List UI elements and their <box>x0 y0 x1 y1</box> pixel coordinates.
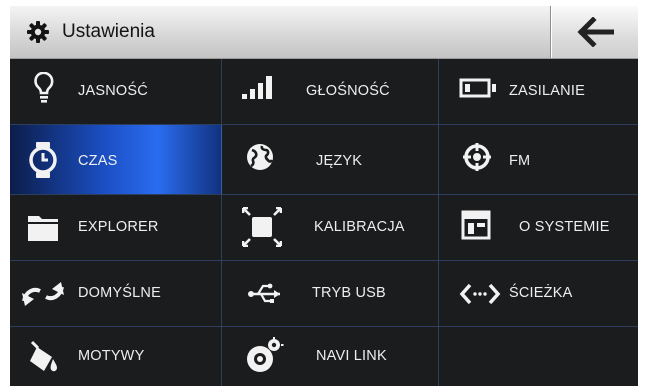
calibration-icon <box>242 207 282 247</box>
folder-icon <box>26 212 62 244</box>
tile-glosnosc-label: GŁOŚNOŚĆ <box>306 83 390 99</box>
usb-icon <box>246 279 282 311</box>
lightbulb-icon <box>26 72 62 104</box>
settings-grid: JASNOŚĆ GŁOŚNOŚĆ ZASILANIE CZAS JĘZYK FM… <box>10 59 638 386</box>
system-layout-icon <box>461 210 497 242</box>
tile-jezyk[interactable]: JĘZYK <box>222 125 439 195</box>
reset-arrows-icon <box>20 279 64 311</box>
tile-domyslne[interactable]: DOMYŚLNE <box>10 261 222 327</box>
tile-kalibracja-label: KALIBRACJA <box>314 219 405 235</box>
tile-kalibracja[interactable]: KALIBRACJA <box>222 195 439 261</box>
tile-motywy-label: MOTYWY <box>78 348 145 364</box>
tile-sciezka-label: ŚCIEŻKA <box>509 285 573 301</box>
tile-o-systemie-label: O SYSTEMIE <box>519 219 610 235</box>
tile-jasnosc-label: JASNOŚĆ <box>78 83 148 99</box>
paint-bucket-icon <box>26 339 62 372</box>
tile-glosnosc[interactable]: GŁOŚNOŚĆ <box>222 59 439 125</box>
tile-fm[interactable]: FM <box>439 125 638 195</box>
tile-czas[interactable]: CZAS <box>10 125 222 195</box>
page-title: Ustawienia <box>62 21 155 42</box>
path-arrows-icon <box>459 279 501 311</box>
battery-icon <box>459 72 496 104</box>
globe-icon <box>244 141 280 173</box>
tile-tryb-usb[interactable]: TRYB USB <box>222 261 439 327</box>
tile-explorer-label: EXPLORER <box>78 219 159 235</box>
tile-navi-link[interactable]: NAVI LINK <box>222 327 439 386</box>
settings-screen: Ustawienia JASNOŚĆ GŁOŚNOŚĆ ZASILANIE CZ… <box>10 6 638 386</box>
tile-sciezka[interactable]: ŚCIEŻKA <box>439 261 638 327</box>
tile-jasnosc[interactable]: JASNOŚĆ <box>10 59 222 125</box>
fm-radio-icon <box>463 143 499 175</box>
tile-domyslne-label: DOMYŚLNE <box>78 285 161 301</box>
watch-icon <box>26 142 62 178</box>
back-button[interactable] <box>550 6 638 58</box>
tile-jezyk-label: JĘZYK <box>316 153 363 169</box>
tile-fm-label: FM <box>509 153 531 169</box>
tile-navi-link-label: NAVI LINK <box>316 348 387 364</box>
tile-empty <box>439 327 638 386</box>
tile-motywy[interactable]: MOTYWY <box>10 327 222 386</box>
tile-zasilanie[interactable]: ZASILANIE <box>439 59 638 125</box>
gear-icon <box>26 20 50 44</box>
tile-zasilanie-label: ZASILANIE <box>509 83 585 99</box>
arrow-left-icon <box>577 17 614 47</box>
volume-bars-icon <box>240 72 276 104</box>
title-bar: Ustawienia <box>10 6 638 59</box>
tile-explorer[interactable]: EXPLORER <box>10 195 222 261</box>
navi-link-icon <box>244 337 284 372</box>
tile-czas-label: CZAS <box>78 153 118 169</box>
tile-tryb-usb-label: TRYB USB <box>312 285 386 301</box>
tile-o-systemie[interactable]: O SYSTEMIE <box>439 195 638 261</box>
